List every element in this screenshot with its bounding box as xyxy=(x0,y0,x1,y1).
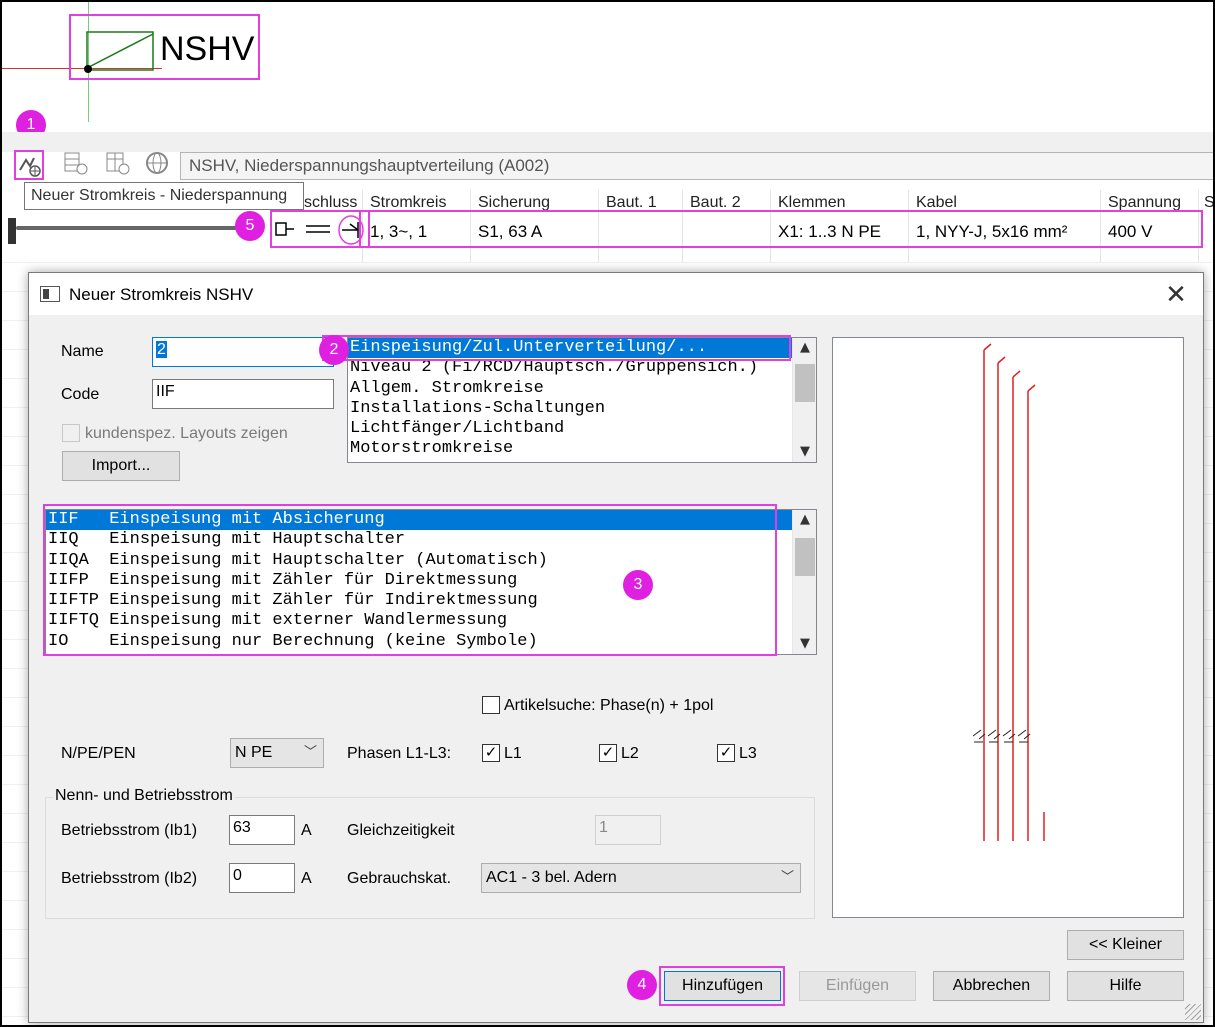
step-badge-2: 2 xyxy=(319,335,349,365)
scroll-up-icon[interactable]: ▲ xyxy=(793,510,816,530)
ib2-unit: A xyxy=(301,870,312,887)
list-item[interactable]: Niveau 2 (Fi/RCD/Hauptsch./Gruppensich.) xyxy=(348,358,816,378)
scroll-down-icon[interactable]: ▼ xyxy=(793,634,816,654)
table-add-icon xyxy=(106,152,130,175)
category-highlight-frame xyxy=(322,335,791,361)
feeder-bar-end xyxy=(8,218,16,244)
dialog-title-bar: Neuer Stromkreis NSHV ✕ xyxy=(29,273,1203,315)
ib2-input[interactable]: 0 xyxy=(229,863,295,893)
phase-l1-checkbox[interactable]: ✓ xyxy=(482,744,500,762)
phases-label: Phasen L1-L3: xyxy=(347,745,452,762)
code-label: Code xyxy=(61,386,100,403)
rated-current-group xyxy=(45,797,815,919)
new-circuit-tooltip: Neuer Stromkreis - Niederspannung xyxy=(24,182,304,210)
list-item[interactable]: Lichtfänger/Lichtband xyxy=(348,419,816,439)
toolbar-background xyxy=(2,132,1213,152)
circuit-preview xyxy=(832,337,1184,918)
insert-button[interactable]: Einfügen xyxy=(799,971,916,1001)
list-item[interactable]: Allgem. Stromkreise xyxy=(348,379,816,399)
distribution-board-symbol-icon[interactable] xyxy=(80,30,160,76)
npe-value: N PE xyxy=(235,744,273,761)
ib1-unit: A xyxy=(301,822,312,839)
name-value: 2 xyxy=(156,341,167,358)
new-circuit-button[interactable] xyxy=(14,150,44,180)
phase-l3-label: L3 xyxy=(739,745,757,762)
simultaneity-input[interactable]: 1 xyxy=(595,815,661,845)
phase-l2-checkbox[interactable]: ✓ xyxy=(599,744,617,762)
custom-layouts-label: kundenspez. Layouts zeigen xyxy=(85,425,288,442)
cell-kabel[interactable]: 1, NYY-J, 5x16 mm² xyxy=(916,222,1067,242)
list-item[interactable]: Installations-Schaltungen xyxy=(348,399,816,419)
scroll-thumb[interactable] xyxy=(795,538,815,576)
simultaneity-label: Gleichzeitigkeit xyxy=(347,822,455,839)
phase-l1-label: L1 xyxy=(504,745,522,762)
npe-label: N/PE/PEN xyxy=(61,745,136,762)
list-item[interactable]: Motorstromkreise xyxy=(348,439,816,459)
table-add-button[interactable] xyxy=(102,150,132,180)
usage-category-value: AC1 - 3 bel. Adern xyxy=(486,869,617,886)
name-input[interactable]: 2 xyxy=(152,337,334,367)
resize-grip-icon[interactable] xyxy=(1185,1004,1201,1020)
help-button[interactable]: Hilfe xyxy=(1067,971,1184,1001)
rated-current-group-label: Nenn- und Betriebsstrom xyxy=(53,787,235,805)
cell-klemmen[interactable]: X1: 1..3 N PE xyxy=(778,222,881,242)
ib1-label: Betriebsstrom (Ib1) xyxy=(61,822,198,839)
circuit-symbols-icon[interactable] xyxy=(274,214,368,246)
phase-l2-label: L2 xyxy=(621,745,639,762)
window-icon xyxy=(40,286,60,302)
close-icon[interactable]: ✕ xyxy=(1161,279,1191,309)
code-input[interactable]: IIF xyxy=(152,379,334,409)
current-board-path-field[interactable]: NSHV, Niederspannungshauptverteilung (A0… xyxy=(180,152,1213,180)
feeder-bar xyxy=(16,226,238,230)
scroll-thumb[interactable] xyxy=(795,364,815,402)
article-search-label: Artikelsuche: Phase(n) + 1pol xyxy=(504,697,714,714)
ib1-input[interactable]: 63 xyxy=(229,815,295,845)
step-badge-4: 4 xyxy=(627,970,657,1000)
cell-stromkreis[interactable]: 1, 3~, 1 xyxy=(370,222,427,242)
new-circuit-dialog: Neuer Stromkreis NSHV ✕ Name 2 Code IIF … xyxy=(28,272,1204,1023)
globe-icon xyxy=(146,152,168,174)
cancel-button[interactable]: Abbrechen xyxy=(933,971,1050,1001)
custom-layouts-checkbox[interactable] xyxy=(62,424,80,442)
smaller-button[interactable]: << Kleiner xyxy=(1067,930,1184,960)
name-label: Name xyxy=(61,343,104,360)
table-insert-icon xyxy=(64,152,88,175)
table-insert-button[interactable] xyxy=(60,150,90,180)
chevron-down-icon: ﹀ xyxy=(303,745,317,760)
phase-l3-checkbox[interactable]: ✓ xyxy=(717,744,735,762)
dialog-title: Neuer Stromkreis NSHV xyxy=(69,285,254,304)
usage-category-select[interactable]: AC1 - 3 bel. Adern ﹀ xyxy=(481,863,801,893)
single-line-preview-graphic xyxy=(972,343,1045,841)
board-label: NSHV xyxy=(160,30,255,68)
scroll-up-icon[interactable]: ▲ xyxy=(793,338,816,358)
cell-spannung[interactable]: 400 V xyxy=(1108,222,1152,242)
scroll-down-icon[interactable]: ▼ xyxy=(793,442,816,462)
type-scrollbar[interactable]: ▲ ▼ xyxy=(792,510,816,654)
category-scrollbar[interactable]: ▲ ▼ xyxy=(792,338,816,462)
add-button[interactable]: Hinzufügen xyxy=(664,971,781,1001)
cell-sicherung[interactable]: S1, 63 A xyxy=(478,222,542,242)
article-search-checkbox[interactable] xyxy=(482,696,500,714)
ib2-label: Betriebsstrom (Ib2) xyxy=(61,870,198,887)
circuit-type-highlight-frame xyxy=(43,504,777,656)
globe-network-button[interactable] xyxy=(142,150,172,180)
step-badge-5: 5 xyxy=(235,211,265,241)
usage-category-label: Gebrauchskat. xyxy=(347,870,452,887)
chevron-down-icon: ﹀ xyxy=(780,870,794,885)
import-button[interactable]: Import... xyxy=(62,451,180,481)
npe-select[interactable]: N PE ﹀ xyxy=(230,738,324,768)
column-header-s[interactable]: S xyxy=(1204,194,1213,212)
new-circuit-icon xyxy=(19,157,41,177)
step-badge-3: 3 xyxy=(623,570,653,600)
screenshot-root: NSHV 1 NSHV, Niederspannungshauptverteil… xyxy=(0,0,1215,1027)
